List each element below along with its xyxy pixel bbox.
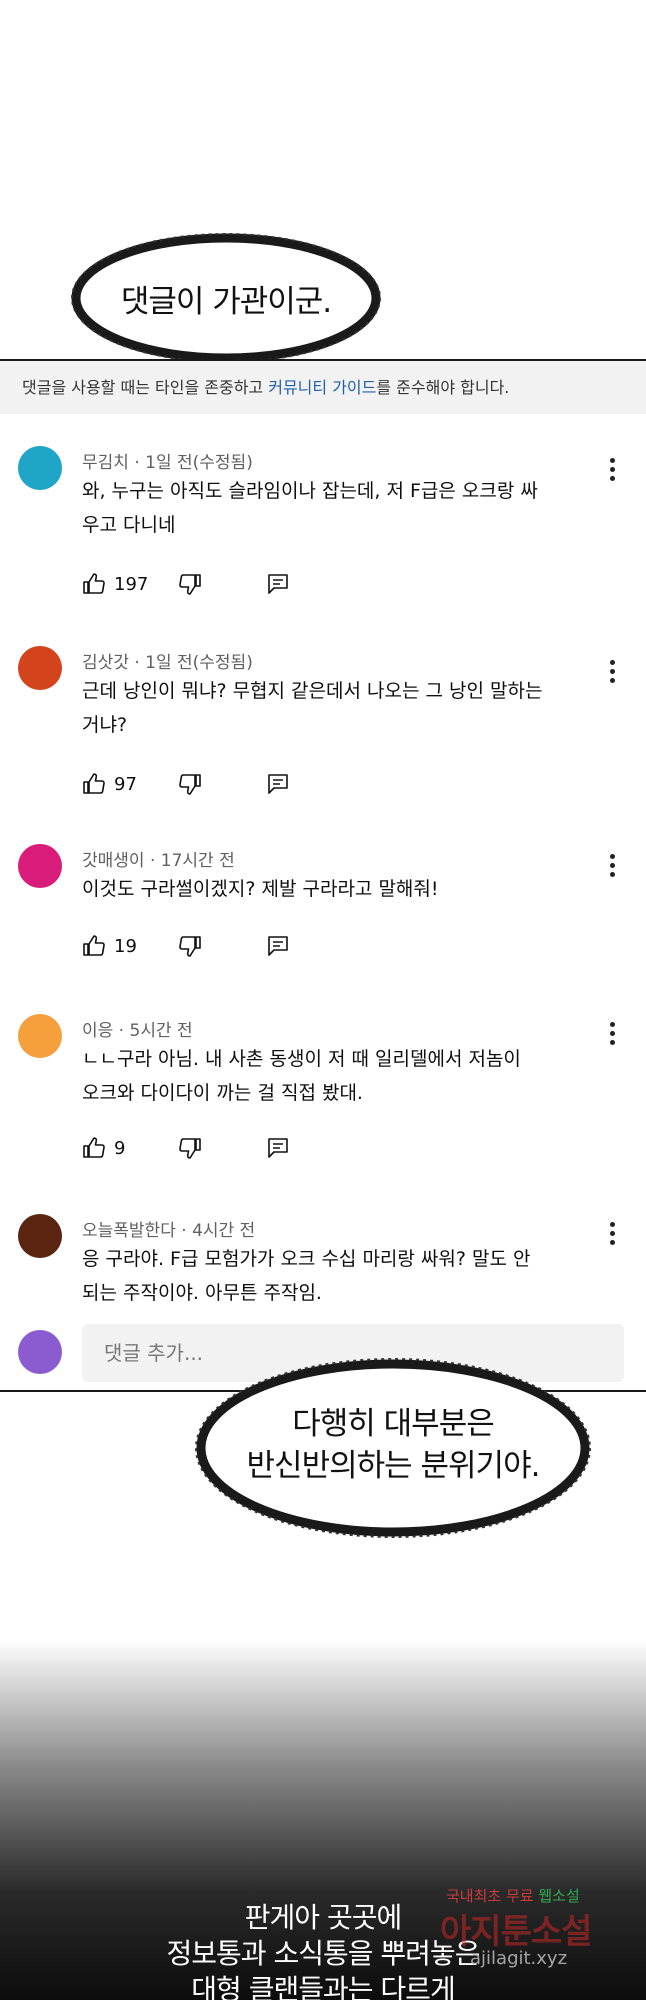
comment-item: 오늘폭발한다 · 4시간 전 응 구라야. F급 모험가가 오크 수십 마리랑 … [0, 1214, 646, 1314]
community-guide-link[interactable]: 커뮤니티 가이드 [268, 378, 376, 397]
comment-author[interactable]: 김삿갓 [82, 653, 129, 673]
comment-line: 이것도 구라썰이겠지? 제발 구라라고 말해줘! [82, 878, 439, 900]
thumbs-down-icon [179, 774, 201, 795]
thumbs-up-icon [83, 935, 105, 956]
avatar[interactable] [18, 646, 62, 690]
comment-line: 되는 주작이야. 아무튼 주작임. [82, 1282, 322, 1304]
comment-item: 이응 · 5시간 전 ㄴㄴ구라 아님. 내 사촌 동생이 저 때 일리델에서 저… [0, 1014, 646, 1184]
avatar[interactable] [18, 1214, 62, 1258]
bubble-text-line1: 다행히 대부분은 [292, 1406, 495, 1442]
comment-text: 이것도 구라썰이겠지? 제발 구라라고 말해줘! [82, 872, 602, 906]
more-options-icon[interactable] [610, 1222, 616, 1249]
comment-author[interactable]: 갓매생이 [82, 851, 145, 871]
dislike-button[interactable] [178, 932, 202, 960]
reply-button[interactable] [266, 1134, 290, 1162]
comment-line: 우고 다니네 [82, 514, 176, 536]
community-notice: 댓글을 사용할 때는 타인을 존중하고 커뮤니티 가이드를 준수해야 합니다. [0, 361, 646, 414]
watermark-tagline: 국내최초 무료 웹소설 [446, 1885, 580, 1906]
dislike-button[interactable] [178, 1134, 202, 1162]
thumbs-up-icon [83, 573, 105, 594]
bubble-text: 댓글이 가관이군. [120, 284, 332, 320]
narration-line3: 대형 클랜들과는 다르게 [191, 1973, 455, 2006]
more-options-icon[interactable] [610, 458, 616, 485]
avatar[interactable] [18, 844, 62, 888]
more-options-icon[interactable] [610, 660, 616, 687]
like-count: 19 [114, 935, 137, 957]
thumbs-down-icon [179, 574, 201, 595]
comment-time: 5시간 전 [129, 1021, 193, 1041]
notice-text-before: 댓글을 사용할 때는 타인을 존중하고 [22, 378, 269, 397]
reply-icon [268, 774, 288, 794]
comment-meta: 갓매생이 · 17시간 전 [82, 851, 235, 871]
comment-author[interactable]: 이응 [82, 1021, 113, 1041]
notice-text-after: 를 준수해야 합니다. [376, 378, 510, 397]
comment-author[interactable]: 오늘폭발한다 [82, 1221, 176, 1241]
comment-time: 17시간 전 [160, 851, 235, 871]
comment-meta: 이응 · 5시간 전 [82, 1021, 193, 1041]
more-options-icon[interactable] [610, 1022, 616, 1049]
comment-text: ㄴㄴ구라 아님. 내 사촌 동생이 저 때 일리델에서 저놈이 오크와 다이다이… [82, 1042, 602, 1110]
comment-line: 오크와 다이다이 까는 걸 직접 봤대. [82, 1082, 363, 1104]
like-button[interactable]: 9 [82, 1134, 125, 1162]
like-count: 9 [114, 1137, 126, 1159]
comment-time: 4시간 전 [192, 1221, 256, 1241]
comment-line: 응 구라야. F급 모험가가 오크 수십 마리랑 싸워? 말도 안 [82, 1248, 531, 1270]
comment-time: 1일 전(수정됨) [145, 653, 253, 673]
speech-bubble-bottom: 다행히 대부분은 반신반의하는 분위기야. [188, 1346, 598, 1546]
comment-meta: 무김치 · 1일 전(수정됨) [82, 453, 253, 473]
like-count: 197 [114, 573, 149, 595]
comment-line: 거냐? [82, 714, 128, 736]
dislike-button[interactable] [178, 770, 202, 798]
reply-button[interactable] [266, 932, 290, 960]
reply-button[interactable] [266, 770, 290, 798]
avatar[interactable] [18, 1014, 62, 1058]
thumbs-down-icon [179, 1138, 201, 1159]
like-button[interactable]: 97 [82, 770, 137, 798]
avatar[interactable] [18, 446, 62, 490]
comment-meta: 오늘폭발한다 · 4시간 전 [82, 1221, 256, 1241]
comment-meta: 김삿갓 · 1일 전(수정됨) [82, 653, 253, 673]
thumbs-down-icon [179, 936, 201, 957]
comment-item: 무김치 · 1일 전(수정됨) 와, 누구는 아직도 슬라임이나 잡는데, 저 … [0, 446, 646, 616]
comment-text: 와, 누구는 아직도 슬라임이나 잡는데, 저 F급은 오크랑 싸 우고 다니네 [82, 474, 602, 542]
comment-line: 와, 누구는 아직도 슬라임이나 잡는데, 저 F급은 오크랑 싸 [82, 480, 538, 502]
watermark-tagline-a: 국내최초 무료 [446, 1887, 539, 1905]
comment-text: 응 구라야. F급 모험가가 오크 수십 마리랑 싸워? 말도 안 되는 주작이… [82, 1242, 602, 1310]
like-button[interactable]: 197 [82, 570, 148, 598]
reply-icon [268, 936, 288, 956]
current-user-avatar[interactable] [18, 1330, 62, 1374]
watermark-logo: 아지툰소설 [440, 1912, 592, 1952]
comment-author[interactable]: 무김치 [82, 453, 129, 473]
comment-line: 근데 낭인이 뭐냐? 무협지 같은데서 나오는 그 낭인 말하는 [82, 680, 543, 702]
watermark-url: ajilagit.xyz [470, 1948, 568, 1969]
like-count: 97 [114, 773, 137, 795]
reply-icon [268, 574, 288, 594]
more-options-icon[interactable] [610, 854, 616, 881]
thumbs-up-icon [83, 773, 105, 794]
comment-time: 1일 전(수정됨) [145, 453, 253, 473]
comment-item: 김삿갓 · 1일 전(수정됨) 근데 낭인이 뭐냐? 무협지 같은데서 나오는 … [0, 646, 646, 816]
speech-bubble-top: 댓글이 가관이군. [66, 220, 386, 370]
reply-button[interactable] [266, 570, 290, 598]
comment-text: 근데 낭인이 뭐냐? 무협지 같은데서 나오는 그 낭인 말하는 거냐? [82, 674, 602, 742]
reply-icon [268, 1138, 288, 1158]
like-button[interactable]: 19 [82, 932, 137, 960]
bubble-text-line2: 반신반의하는 분위기야. [246, 1448, 541, 1484]
comment-item: 갓매생이 · 17시간 전 이것도 구라썰이겠지? 제발 구라라고 말해줘! 1… [0, 844, 646, 974]
thumbs-up-icon [83, 1137, 105, 1158]
dislike-button[interactable] [178, 570, 202, 598]
watermark-tagline-b: 웹소설 [538, 1887, 580, 1905]
comment-line: ㄴㄴ구라 아님. 내 사촌 동생이 저 때 일리델에서 저놈이 [82, 1048, 521, 1070]
